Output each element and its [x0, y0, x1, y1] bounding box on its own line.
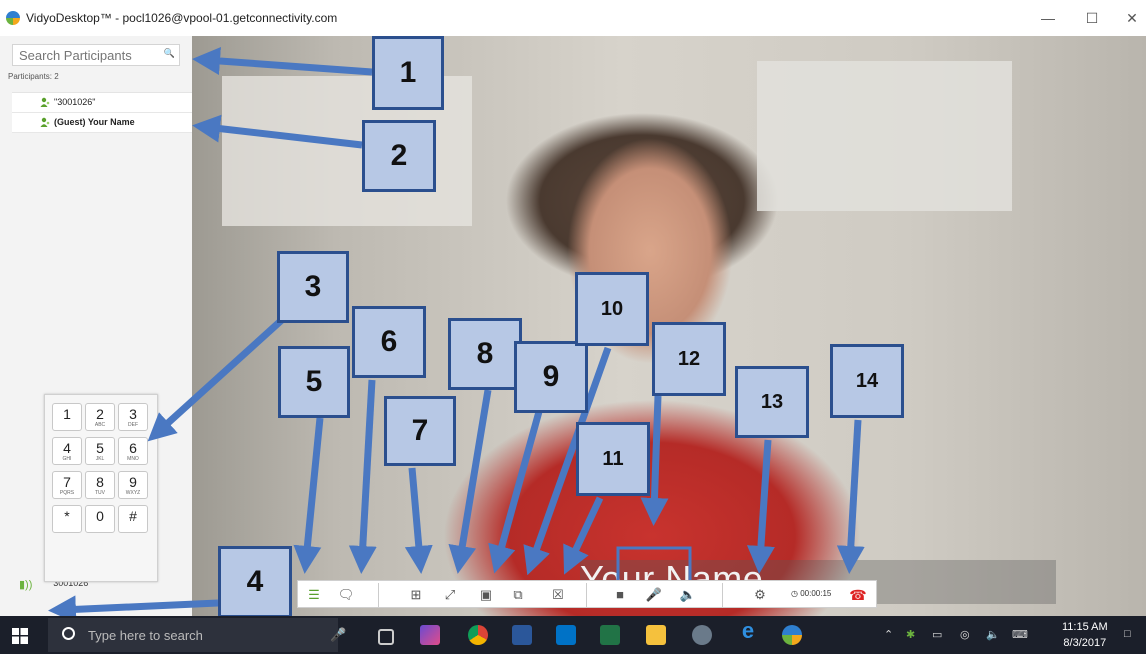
keypad-key-hash[interactable]: # [118, 505, 148, 533]
settings-gear-icon[interactable]: ⚙ [750, 585, 770, 605]
toolbar-divider [586, 583, 587, 607]
keyboard-icon[interactable]: ⌨ [1012, 628, 1028, 641]
callout-2: 2 [362, 120, 436, 192]
taskbar-search-box[interactable]: Type here to search 🎤 [48, 618, 346, 652]
minimize-button[interactable]: — [1038, 10, 1058, 26]
camera-icon[interactable]: ■ [610, 585, 630, 605]
word-icon[interactable] [512, 625, 532, 645]
keypad-key-star[interactable]: * [52, 505, 82, 533]
keypad-key-2[interactable]: 2 ABC [85, 403, 115, 431]
window-title: VidyoDesktop™ - pocl1026@vpool-01.getcon… [26, 11, 338, 25]
battery-icon[interactable]: ▭ [932, 628, 942, 641]
dial-keypad: 1 2 ABC 3 DEF 4 GHI 5 JKL 6 MNO 7 PQRS 8 TUV 9W… [44, 394, 158, 582]
clock-time: 11:15 AM [1062, 621, 1108, 633]
tray-app-icon[interactable]: ✱ [906, 628, 915, 641]
chat-icon[interactable]: 🗨 [336, 585, 356, 605]
volume-icon[interactable]: 🔈 [986, 628, 1000, 641]
close-button[interactable]: ✕ [1122, 10, 1142, 27]
chevron-up-icon[interactable]: ⌃ [884, 628, 893, 641]
keypad-key-7[interactable]: 7 PQRS [52, 471, 82, 499]
toolbar-divider [722, 583, 723, 607]
task-view-icon[interactable] [378, 629, 394, 645]
call-toolbar: ☰ 🗨 ⊞ ⤢ ▣ ⧉ ☒ ■ 🎤 🔈 ⚙ ◷ 00:00:15 ☎ [297, 580, 877, 608]
speaker-icon[interactable]: 🔈 [678, 585, 698, 605]
keypad-key-6[interactable]: 6 MNO [118, 437, 148, 465]
fullscreen-icon[interactable]: ⤢ [440, 585, 460, 605]
cortana-icon [62, 627, 75, 640]
speaker-active-icon: ▮)) [19, 579, 33, 591]
maximize-button[interactable]: ☐ [1082, 10, 1102, 27]
participants-count-label: Participants: 2 [8, 72, 59, 81]
internet-explorer-icon[interactable]: e [738, 620, 758, 642]
callout-6: 6 [352, 306, 426, 378]
call-timer: ◷ 00:00:15 [791, 589, 832, 598]
callout-14: 14 [830, 344, 904, 418]
callout-12: 12 [652, 322, 726, 396]
callout-7: 7 [384, 396, 456, 466]
keypad-key-4[interactable]: 4 GHI [52, 437, 82, 465]
keypad-key-1[interactable]: 1 [52, 403, 82, 431]
vidyo-taskbar-icon[interactable] [782, 625, 802, 645]
keypad-key-0[interactable]: 0 [85, 505, 115, 533]
callout-10: 10 [575, 272, 649, 346]
vidyo-logo-icon [6, 11, 20, 25]
search-participants-input[interactable] [13, 45, 159, 65]
participant-icon [40, 97, 50, 107]
callout-13: 13 [735, 366, 809, 438]
keypad-key-5[interactable]: 5 JKL [85, 437, 115, 465]
wall-artwork-right [757, 61, 1012, 211]
participant-list: "3001026" (Guest) Your Name [12, 92, 192, 133]
notifications-icon[interactable]: □ [1124, 628, 1131, 640]
self-view-icon[interactable]: ⧉ [508, 585, 528, 605]
participant-row[interactable]: "3001026" [12, 93, 192, 113]
callout-11: 11 [576, 422, 650, 496]
microphone-icon[interactable]: 🎤 [644, 585, 664, 605]
excel-icon[interactable] [600, 625, 620, 645]
participant-icon [40, 117, 50, 127]
privacy-icon[interactable]: ☒ [548, 585, 568, 605]
participant-name: "3001026" [54, 97, 96, 107]
share-screen-icon[interactable]: ▣ [476, 585, 496, 605]
participant-name: (Guest) Your Name [54, 117, 135, 127]
hang-up-icon[interactable]: ☎ [848, 585, 868, 605]
search-participants-box[interactable]: 🔍 [12, 44, 180, 66]
taskbar-search-placeholder: Type here to search [88, 628, 203, 643]
title-bar: VidyoDesktop™ - pocl1026@vpool-01.getcon… [0, 0, 1146, 36]
microphone-icon[interactable]: 🎤 [330, 627, 346, 643]
system-clock[interactable]: 11:15 AM 8/3/2017 [1062, 619, 1108, 651]
participants-toggle-icon[interactable]: ☰ [304, 585, 324, 605]
windows-start-icon[interactable] [12, 628, 28, 644]
callout-4: 4 [218, 546, 292, 618]
participant-row[interactable]: (Guest) Your Name [12, 113, 192, 133]
outlook-icon[interactable] [556, 625, 576, 645]
callout-1: 1 [372, 36, 444, 110]
keypad-key-9[interactable]: 9 WXYZ [118, 471, 148, 499]
keypad-key-3[interactable]: 3 DEF [118, 403, 148, 431]
chrome-icon[interactable] [468, 625, 488, 645]
clock-date: 8/3/2017 [1063, 637, 1107, 649]
app-icon-satellite[interactable] [692, 625, 712, 645]
windows-taskbar: Type here to search 🎤 e ⌃ ✱ ▭ ◎ 🔈 ⌨ 11:1… [0, 616, 1146, 654]
keypad-key-8[interactable]: 8 TUV [85, 471, 115, 499]
toolbar-divider [378, 583, 379, 607]
callout-5: 5 [278, 346, 350, 418]
file-explorer-icon[interactable] [646, 625, 666, 645]
search-icon: 🔍 [163, 48, 175, 58]
callout-9: 9 [514, 341, 588, 413]
app-icon-paint[interactable] [420, 625, 440, 645]
layout-grid-icon[interactable]: ⊞ [406, 585, 426, 605]
callout-3: 3 [277, 251, 349, 323]
wifi-icon[interactable]: ◎ [960, 628, 970, 641]
callout-8: 8 [448, 318, 522, 390]
